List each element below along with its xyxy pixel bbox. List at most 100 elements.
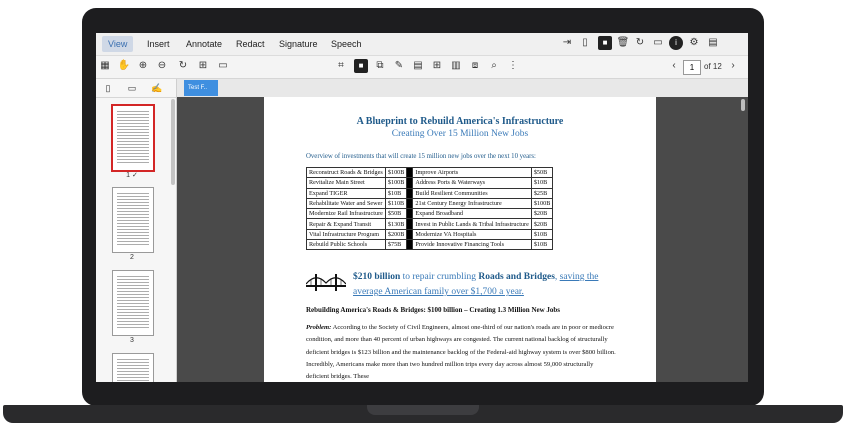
table-row: Rehabilitate Water and Sewer $110B 21st Ce… [306,197,554,210]
crop-icon[interactable]: ⌗ [334,59,348,73]
thumbnail-page-4[interactable] [112,353,154,382]
thumbnail-content [117,359,149,382]
sync-icon[interactable]: ↻ [633,36,647,50]
problem-text: According to the Society of Civil Engine… [306,324,616,381]
cell-item: Rehabilitate Water and Sewer [306,197,386,210]
trash-icon[interactable]: 🗑 [616,36,630,50]
cell-item: Address Ports & Waterways [412,177,532,189]
zoom-in-icon[interactable]: ⊕ [136,59,150,73]
gear-icon[interactable]: ⚙ [687,36,701,50]
headline: $210 billion to repair crumbling Roads a… [353,270,623,300]
copy-icon[interactable]: ⧉ [373,59,387,73]
cell-item: Modernize VA Hospitals [412,228,532,241]
cell-amount: $20B [530,208,554,220]
cell-amount: $100B [384,166,408,179]
thumbnail-content [117,276,149,330]
menu-annotate[interactable]: Annotate [180,36,228,52]
search-icon[interactable]: ⌕ [487,59,501,73]
cell-amount: $75B [384,239,408,251]
menu-view[interactable]: View [102,36,134,52]
table-row: Revitalize Main Street $100B Address Ports… [306,177,554,189]
chevron-left-icon[interactable]: ‹ [667,59,681,73]
cell-item: Repair & Expand Transit [306,218,386,230]
table-row: Rebuild Public Schools $75B Provide Innova… [306,239,554,251]
bridge-icon [306,274,346,291]
folder-icon[interactable]: ▭ [126,82,138,94]
cell-amount: $50B [384,208,408,220]
chevron-right-icon[interactable]: › [726,59,740,73]
pdf-page: A Blueprint to Rebuild America's Infrast… [264,97,656,382]
menu-redact[interactable]: Redact [230,36,271,52]
cell-item: Revitalize Main Street [306,177,386,189]
headline-amount: $210 billion [353,272,401,282]
draw-icon[interactable]: ✎ [392,59,406,73]
hand-icon[interactable]: ✋ [117,59,131,73]
page-icon[interactable]: ▭ [216,59,230,73]
headline-mid: to repair crumbling [400,272,479,282]
scan-icon[interactable]: ⧈ [468,59,482,73]
panel-icon[interactable]: ▦ [98,59,112,73]
document-viewport[interactable]: Test F.. A Blueprint to Rebuild America'… [177,79,748,382]
cell-item: Expand TIGER [306,187,386,199]
app-screen: View Insert Annotate Redact Signature Sp… [96,33,748,382]
cell-amount: $110B [384,197,408,210]
menu-bar: View Insert Annotate Redact Signature Sp… [96,33,748,56]
thumbnail-content [117,111,149,165]
sidebar-tabs: ▯ ▭ ✍ [96,79,176,98]
toolbar: ▦ ✋ ⊕ ⊖ ↻ ⊞ ▭ ⌗ ■ ⧉ ✎ ▤ ⊞ ▥ ⧈ ⌕ ⋮ ‹ 1 of… [96,56,748,79]
more-icon[interactable]: ⋮ [506,59,520,73]
grid-icon[interactable]: ⊞ [430,59,444,73]
cell-amount: $10B [530,177,554,189]
book-icon[interactable]: ▥ [449,59,463,73]
cell-amount: $50B [530,166,554,179]
cell-item: Modernize Rail Infrastructure [306,208,386,220]
annotation-icon[interactable]: ✍ [151,82,163,94]
cell-amount: $25B [530,187,554,199]
document-tab[interactable]: Test F.. [184,80,218,96]
sidebar-scrollbar[interactable] [171,99,175,185]
menu-speech[interactable]: Speech [325,36,368,52]
export-icon[interactable]: ⇥ [560,36,574,50]
cell-amount: $10B [530,228,554,241]
cell-item: Invest in Public Lands & Tribal Infrastr… [412,218,532,230]
table-row: Repair & Expand Transit $130B Invest in Pu… [306,218,554,230]
thumbnail-page-2[interactable] [112,187,154,253]
layout-icon[interactable]: ▯ [102,82,114,94]
table-row: Reconstruct Roads & Bridges $100B Improve … [306,166,554,179]
table-row: Expand TIGER $10B Build Resilient Communit… [306,187,554,199]
laptop-notch [367,405,479,415]
cell-item: Expand Broadband [412,208,532,220]
menu-signature[interactable]: Signature [273,36,324,52]
rotate-icon[interactable]: ↻ [176,59,190,73]
page-total: of 12 [704,62,722,71]
thumbnail-label: 1 ✓ [126,172,138,179]
menu-insert[interactable]: Insert [141,36,176,52]
dark-square-icon[interactable]: ■ [354,59,368,73]
dark-square-icon[interactable]: ■ [598,36,612,50]
cell-item: Reconstruct Roads & Bridges [306,166,386,179]
info-icon[interactable]: i [669,36,683,50]
table-row: Vital Infrastructure Program $200B Moderni… [306,228,554,241]
body-paragraph: Problem: According to the Society of Civ… [306,322,616,382]
document-scrollbar[interactable] [741,99,745,111]
cell-amount: $100B [530,197,554,210]
page-subtitle: Creating Over 15 Million New Jobs [391,129,529,139]
file-icon[interactable]: ▯ [578,36,592,50]
cell-amount: $130B [384,218,408,230]
section-heading: Rebuilding America's Roads & Bridges: $1… [306,306,561,314]
comment-icon[interactable]: ▭ [651,36,665,50]
table-row: Modernize Rail Infrastructure $50B Expand … [306,208,554,220]
save-icon[interactable]: ▤ [706,36,720,50]
page-view-icon[interactable]: ▤ [411,59,425,73]
cell-amount: $10B [384,187,408,199]
cell-amount: $200B [384,228,408,241]
insert-page-icon[interactable]: ⊞ [196,59,210,73]
cell-amount: $20B [530,218,554,230]
page-number-input[interactable]: 1 [683,60,701,75]
cell-item: 21st Century Energy Infrastructure [412,197,532,210]
cell-item: Improve Airports [412,166,532,179]
cell-amount: $10B [530,239,554,251]
thumbnail-page-3[interactable] [112,270,154,336]
zoom-out-icon[interactable]: ⊖ [155,59,169,73]
thumbnail-page-1[interactable] [111,104,155,172]
